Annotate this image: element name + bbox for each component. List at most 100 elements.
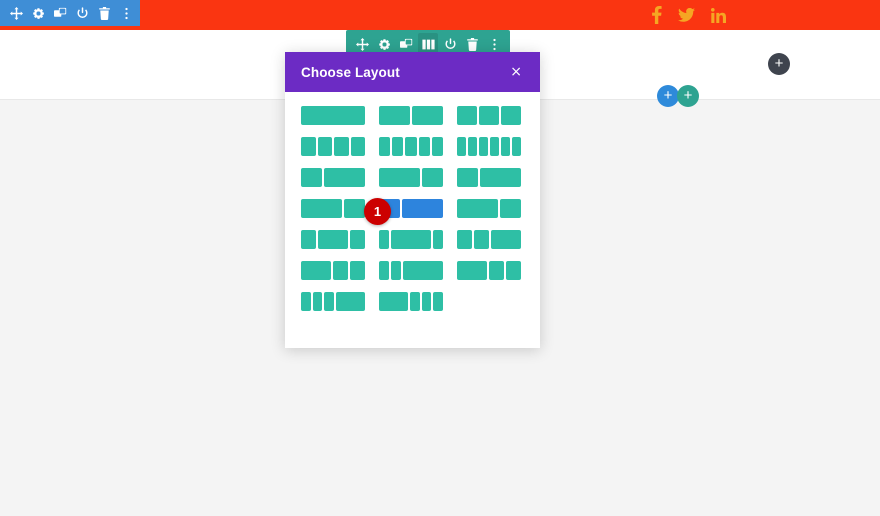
layout-column-block: [500, 199, 521, 218]
gear-icon[interactable]: [28, 2, 48, 24]
layout-1-4-1-2-1-4[interactable]: [301, 230, 365, 249]
layout-column-block: [301, 137, 316, 156]
layout-column-block: [457, 168, 478, 187]
more-options-icon[interactable]: [116, 2, 136, 24]
layout-column-block: [301, 168, 322, 187]
screen-root: + + + Choose Layout × 1: [0, 0, 880, 516]
layout-2-3-1-3[interactable]: [379, 168, 443, 187]
layout-6-col[interactable]: [457, 137, 521, 156]
layout-column-block: [512, 137, 521, 156]
layout-5-col[interactable]: [379, 137, 443, 156]
layout-3-col[interactable]: [457, 106, 521, 125]
layout-1-3-2-3[interactable]: [301, 168, 365, 187]
layout-grid: [285, 92, 540, 327]
layout-2-3-1-3-b[interactable]: [301, 199, 365, 218]
duplicate-icon[interactable]: [50, 2, 70, 24]
layout-column-block: [301, 199, 343, 218]
modal-header: Choose Layout ×: [285, 52, 540, 92]
step-badge-number: 1: [373, 204, 382, 219]
layout-column-block: [479, 106, 499, 125]
layout-row: [301, 261, 524, 280]
layout-row: [301, 106, 524, 125]
add-module-teal-button[interactable]: +: [677, 85, 699, 107]
layout-row: [301, 137, 524, 156]
layout-column-block: [457, 230, 472, 249]
layout-column-block: [474, 230, 489, 249]
layout-column-block: [334, 137, 349, 156]
layout-column-block: [301, 230, 316, 249]
layout-1-2-1-4-1-4-b[interactable]: [457, 261, 521, 280]
layout-column-block: [431, 137, 443, 156]
layout-column-block: [490, 137, 499, 156]
trash-icon[interactable]: [94, 2, 114, 24]
plus-icon: +: [774, 54, 784, 72]
layout-column-block: [333, 261, 348, 280]
layout-column-block: [479, 168, 521, 187]
facebook-icon[interactable]: [651, 6, 662, 24]
layout-column-block: [410, 292, 420, 311]
layout-column-block: [391, 230, 431, 249]
layout-column-block: [412, 106, 443, 125]
layout-column-block: [479, 137, 488, 156]
layout-column-block: [433, 292, 443, 311]
social-icon-group: [651, 6, 726, 24]
layout-column-block: [301, 261, 331, 280]
add-row-blue-button[interactable]: +: [657, 85, 679, 107]
layout-column-block: [457, 106, 477, 125]
layout-2-col[interactable]: [379, 106, 443, 125]
layout-column-block: [457, 137, 466, 156]
layout-column-block: [501, 137, 510, 156]
layout-column-block: [501, 106, 521, 125]
layout-column-block: [457, 199, 499, 218]
layout-column-block: [379, 261, 389, 280]
layout-column-block: [405, 137, 417, 156]
move-icon[interactable]: [6, 2, 26, 24]
layout-column-block: [422, 168, 443, 187]
layout-column-block: [491, 230, 521, 249]
layout-1-2-1-4-1-4[interactable]: [301, 261, 365, 280]
layout-column-block: [344, 199, 365, 218]
close-icon[interactable]: ×: [508, 62, 524, 82]
layout-column-block: [350, 261, 365, 280]
layout-column-block: [457, 261, 487, 280]
plus-icon: +: [663, 86, 673, 104]
twitter-icon[interactable]: [678, 7, 695, 22]
plus-icon: +: [683, 86, 693, 104]
layout-column-block: [379, 106, 410, 125]
layout-1-4-1-4-1-2[interactable]: [457, 230, 521, 249]
linkedin-icon[interactable]: [711, 7, 726, 23]
layout-column-block: [489, 261, 504, 280]
layout-2-3-1-3-c[interactable]: [457, 199, 521, 218]
layout-column-block: [403, 261, 443, 280]
layout-column-block: [401, 199, 443, 218]
layout-column-block: [379, 230, 389, 249]
module-toolbar: [0, 0, 140, 26]
layout-1-col[interactable]: [301, 106, 365, 125]
layout-1-6-2-3-1-6[interactable]: [379, 230, 443, 249]
layout-column-block: [421, 292, 432, 311]
layout-column-block: [323, 168, 365, 187]
layout-column-block: [379, 137, 391, 156]
layout-column-block: [312, 292, 323, 311]
layout-column-block: [418, 137, 430, 156]
layout-column-block: [468, 137, 477, 156]
layout-column-block: [391, 261, 401, 280]
layout-row: [301, 292, 524, 311]
layout-1-2-1-6-1-6-1-6[interactable]: [379, 292, 443, 311]
layout-row: [301, 230, 524, 249]
layout-column-block: [301, 292, 311, 311]
layout-column-block: [379, 292, 408, 311]
step-badge: 1: [364, 198, 391, 225]
layout-1-6-1-6-2-3[interactable]: [379, 261, 443, 280]
layout-column-block: [324, 292, 334, 311]
layout-column-block: [335, 292, 365, 311]
add-section-dark-button[interactable]: +: [768, 53, 790, 75]
layout-1-4-3-4[interactable]: [457, 168, 521, 187]
layout-column-block: [350, 137, 365, 156]
power-icon[interactable]: [72, 2, 92, 24]
layout-4-col[interactable]: [301, 137, 365, 156]
layout-column-block: [318, 230, 348, 249]
layout-column-block: [301, 106, 365, 125]
layout-column-block: [317, 137, 332, 156]
layout-1-6-1-6-1-6-1-2[interactable]: [301, 292, 365, 311]
